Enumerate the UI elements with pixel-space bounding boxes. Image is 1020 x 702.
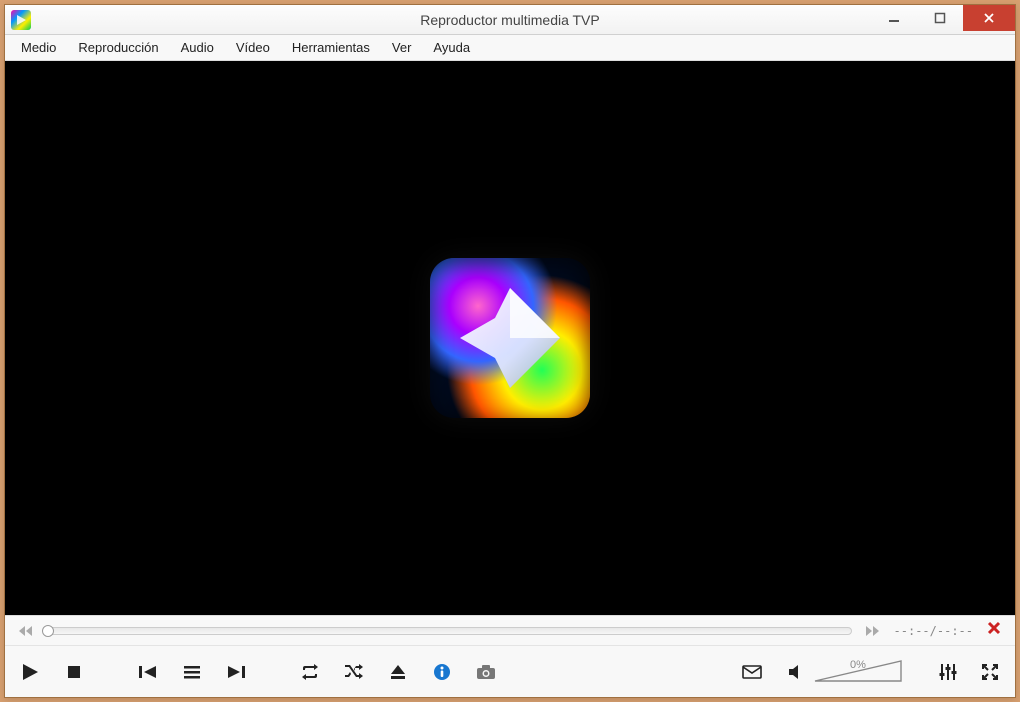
volume-slider[interactable] [813,657,903,685]
maximize-icon [934,12,946,24]
play-icon [19,661,41,683]
eject-icon [389,664,407,680]
playlist-icon [183,664,201,680]
maximize-button[interactable] [917,5,963,31]
menu-ver[interactable]: Ver [382,37,422,58]
time-display: --:--/--:-- [894,624,973,638]
menubar: Medio Reproducción Audio Vídeo Herramien… [5,35,1015,61]
previous-button[interactable] [137,658,159,686]
equalizer-icon [939,663,957,681]
repeat-icon [300,664,320,680]
app-icon [11,10,31,30]
camera-icon [476,664,496,680]
skip-forward-icon [226,664,246,680]
volume-wedge-icon [813,657,903,685]
stop-button[interactable] [63,658,85,686]
next-button[interactable] [225,658,247,686]
info-icon [433,663,451,681]
shuffle-button[interactable] [343,658,365,686]
menu-reproduccion[interactable]: Reproducción [68,37,168,58]
right-controls [937,658,1001,686]
snapshot-button[interactable] [475,658,497,686]
mute-button[interactable] [785,658,807,686]
repeat-button[interactable] [299,658,321,686]
envelope-icon [742,665,762,679]
eject-button[interactable] [387,658,409,686]
message-button[interactable] [741,658,763,686]
player-logo [430,258,590,418]
video-area[interactable] [5,61,1015,615]
controls-row: 0% [5,645,1015,697]
info-button[interactable] [431,658,453,686]
window-controls [871,5,1015,34]
volume-group: 0% [785,658,903,686]
double-chevron-left-icon [17,624,35,638]
menu-herramientas[interactable]: Herramientas [282,37,380,58]
minimize-icon [888,12,900,24]
seek-slider[interactable] [47,627,852,635]
clear-playlist-button[interactable] [983,621,1005,640]
close-icon [983,12,995,24]
seek-back-button[interactable] [15,622,37,640]
red-x-icon [987,621,1001,635]
window-title: Reproductor multimedia TVP [5,12,1015,28]
play-button[interactable] [19,658,41,686]
seek-forward-button[interactable] [862,622,884,640]
speaker-icon [787,663,805,681]
double-chevron-right-icon [864,624,882,638]
menu-audio[interactable]: Audio [171,37,224,58]
shuffle-icon [344,664,364,680]
stop-icon [65,663,83,681]
app-window: Reproductor multimedia TVP Medio Reprodu… [4,4,1016,698]
close-button[interactable] [963,5,1015,31]
seek-row: --:--/--:-- [5,615,1015,645]
fullscreen-button[interactable] [979,658,1001,686]
minimize-button[interactable] [871,5,917,31]
seek-thumb[interactable] [42,625,54,637]
menu-video[interactable]: Vídeo [226,37,280,58]
equalizer-button[interactable] [937,658,959,686]
menu-ayuda[interactable]: Ayuda [423,37,480,58]
skip-back-icon [138,664,158,680]
menu-medio[interactable]: Medio [11,37,66,58]
titlebar[interactable]: Reproductor multimedia TVP [5,5,1015,35]
fullscreen-icon [981,663,999,681]
playlist-button[interactable] [181,658,203,686]
